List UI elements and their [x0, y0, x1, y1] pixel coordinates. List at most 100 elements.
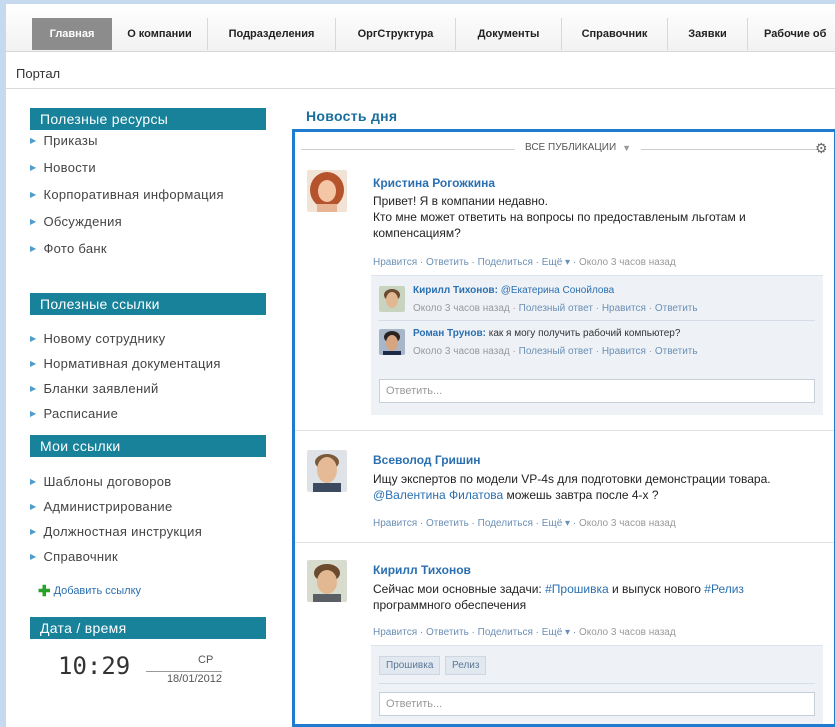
sidebar-item-news[interactable]: ▶ Новости	[30, 160, 96, 175]
share-link[interactable]: Поделиться	[478, 257, 533, 268]
useful-answer-link[interactable]: Полезный ответ	[519, 303, 593, 314]
sidebar-item-regulations[interactable]: ▶ Нормативная документация	[30, 356, 221, 371]
sidebar-item-orders[interactable]: ▶ Приказы	[30, 133, 98, 148]
comment-author[interactable]: Кирилл Тихонов:	[413, 285, 498, 296]
more-link[interactable]: Ещё	[542, 257, 562, 268]
tab-documents[interactable]: Документы	[456, 18, 562, 50]
comment-text: как я могу получить рабочий компьютер?	[488, 328, 681, 339]
post-text-line: Ищу экспертов по модели VP-4s для подгот…	[373, 472, 771, 486]
sidebar-item-schedule[interactable]: ▶ Расписание	[30, 406, 118, 421]
sidebar-item-job-description[interactable]: ▶ Должностная инструкция	[30, 524, 202, 539]
bullet-icon: ▶	[30, 244, 37, 253]
tag-chip[interactable]: Прошивка	[379, 656, 441, 675]
add-link-button[interactable]: ✚ Добавить ссылку	[38, 582, 141, 600]
bullet-icon: ▶	[30, 334, 37, 343]
divider	[6, 88, 835, 89]
chevron-down-icon: ▾	[565, 627, 571, 638]
comment-timestamp: Около 3 часов назад	[413, 346, 510, 357]
like-link[interactable]: Нравится	[373, 627, 417, 638]
more-link[interactable]: Ещё	[542, 518, 562, 529]
hashtag-link[interactable]: #Релиз	[704, 582, 744, 596]
sidebar-item-administration[interactable]: ▶ Администрирование	[30, 499, 173, 514]
reply-link[interactable]: Ответить	[655, 303, 698, 314]
post-actions: Нравится · Ответить · Поделиться · Ещё ▾…	[373, 627, 676, 638]
bullet-icon: ▶	[30, 502, 37, 511]
share-link[interactable]: Поделиться	[478, 518, 533, 529]
sidebar-item-corporate-info[interactable]: ▶ Корпоративная информация	[30, 187, 224, 202]
reply-input[interactable]: Ответить...	[379, 379, 815, 403]
post-author[interactable]: Кирилл Тихонов	[373, 563, 471, 577]
sidebar-item-label: Приказы	[43, 133, 98, 148]
reply-link[interactable]: Ответить	[426, 257, 469, 268]
tab-requests[interactable]: Заявки	[668, 18, 748, 50]
comment-divider	[379, 320, 815, 321]
add-link-label: Добавить ссылку	[53, 585, 142, 597]
avatar-image	[379, 329, 405, 355]
tab-directory[interactable]: Справочник	[562, 18, 668, 50]
sidebar-item-directory[interactable]: ▶ Справочник	[30, 549, 118, 564]
like-link[interactable]: Нравится	[602, 346, 646, 357]
tab-org-structure[interactable]: ОргСтруктура	[336, 18, 456, 50]
tab-about[interactable]: О компании	[112, 18, 208, 50]
post-text-line: Сейчас мои основные задачи: #Прошивка и …	[373, 581, 833, 597]
plus-icon: ✚	[38, 583, 51, 600]
post-text: Сейчас мои основные задачи: #Прошивка и …	[373, 581, 833, 613]
sidebar-item-new-employee[interactable]: ▶ Новому сотруднику	[30, 331, 165, 346]
post-actions: Нравится · Ответить · Поделиться · Ещё ▾…	[373, 257, 676, 268]
sidebar-item-label: Новому сотруднику	[43, 331, 166, 346]
like-link[interactable]: Нравится	[373, 257, 417, 268]
reply-link[interactable]: Ответить	[426, 518, 469, 529]
sidebar-item-label: Фото банк	[43, 241, 107, 256]
post-text-line: компенсациям?	[373, 226, 461, 240]
chevron-down-icon: ▾	[565, 257, 571, 268]
tab-departments[interactable]: Подразделения	[208, 18, 336, 50]
useful-answer-link[interactable]: Полезный ответ	[519, 346, 593, 357]
bullet-icon: ▶	[30, 136, 37, 145]
share-link[interactable]: Поделиться	[478, 627, 533, 638]
gear-icon[interactable]: ⚙	[815, 140, 828, 157]
like-link[interactable]: Нравится	[373, 518, 417, 529]
comment: Роман Трунов: как я могу получить рабочи…	[413, 328, 680, 339]
post-author[interactable]: Кристина Рогожкина	[373, 176, 495, 190]
sidebar-item-photo-bank[interactable]: ▶ Фото банк	[30, 241, 107, 256]
post-text-line: Кто мне может ответить на вопросы по пре…	[373, 210, 746, 224]
avatar[interactable]	[379, 329, 405, 355]
sidebar-item-label: Шаблоны договоров	[43, 474, 172, 489]
reply-link[interactable]: Ответить	[655, 346, 698, 357]
portal-window: Главная О компании Подразделения ОргСтру…	[6, 4, 835, 727]
tab-workspaces[interactable]: Рабочие об	[748, 18, 835, 50]
datetime-header: Дата / время	[30, 617, 266, 639]
sidebar-item-contract-templates[interactable]: ▶ Шаблоны договоров	[30, 474, 172, 489]
bullet-icon: ▶	[30, 552, 37, 561]
more-link[interactable]: Ещё	[542, 627, 562, 638]
comment-author[interactable]: Роман Трунов:	[413, 328, 486, 339]
publications-filter[interactable]: ВСЕ ПУБЛИКАЦИИ ▼	[515, 142, 642, 153]
bullet-icon: ▶	[30, 359, 37, 368]
reply-link[interactable]: Ответить	[426, 627, 469, 638]
post-text-fragment: можешь завтра после 4-х ?	[503, 488, 659, 502]
bullet-icon: ▶	[30, 190, 37, 199]
sidebar-item-discussions[interactable]: ▶ Обсуждения	[30, 214, 122, 229]
avatar[interactable]	[307, 560, 347, 602]
post-timestamp: Около 3 часов назад	[578, 518, 676, 529]
avatar[interactable]	[307, 450, 347, 492]
post-text: Ищу экспертов по модели VP-4s для подгот…	[373, 471, 833, 503]
reply-input[interactable]: Ответить...	[379, 692, 815, 716]
tag-chip[interactable]: Релиз	[445, 656, 487, 675]
post-author[interactable]: Всеволод Гришин	[373, 453, 481, 467]
comment-timestamp: Около 3 часов назад	[413, 303, 510, 314]
hashtag-link[interactable]: #Прошивка	[545, 582, 609, 596]
like-link[interactable]: Нравится	[602, 303, 646, 314]
avatar[interactable]	[379, 286, 405, 312]
sidebar-item-label: Корпоративная информация	[43, 187, 224, 202]
comment-divider	[379, 683, 815, 684]
tab-home[interactable]: Главная	[32, 18, 112, 50]
sidebar-item-forms[interactable]: ▶ Бланки заявлений	[30, 381, 159, 396]
bullet-icon: ▶	[30, 527, 37, 536]
avatar[interactable]	[307, 170, 347, 212]
sidebar-item-label: Нормативная документация	[43, 356, 221, 371]
breadcrumb[interactable]: Портал	[16, 66, 60, 81]
chevron-down-icon: ▼	[622, 142, 632, 153]
mention-link[interactable]: @Валентина Филатова	[373, 488, 503, 502]
post-timestamp: Около 3 часов назад	[578, 257, 676, 268]
